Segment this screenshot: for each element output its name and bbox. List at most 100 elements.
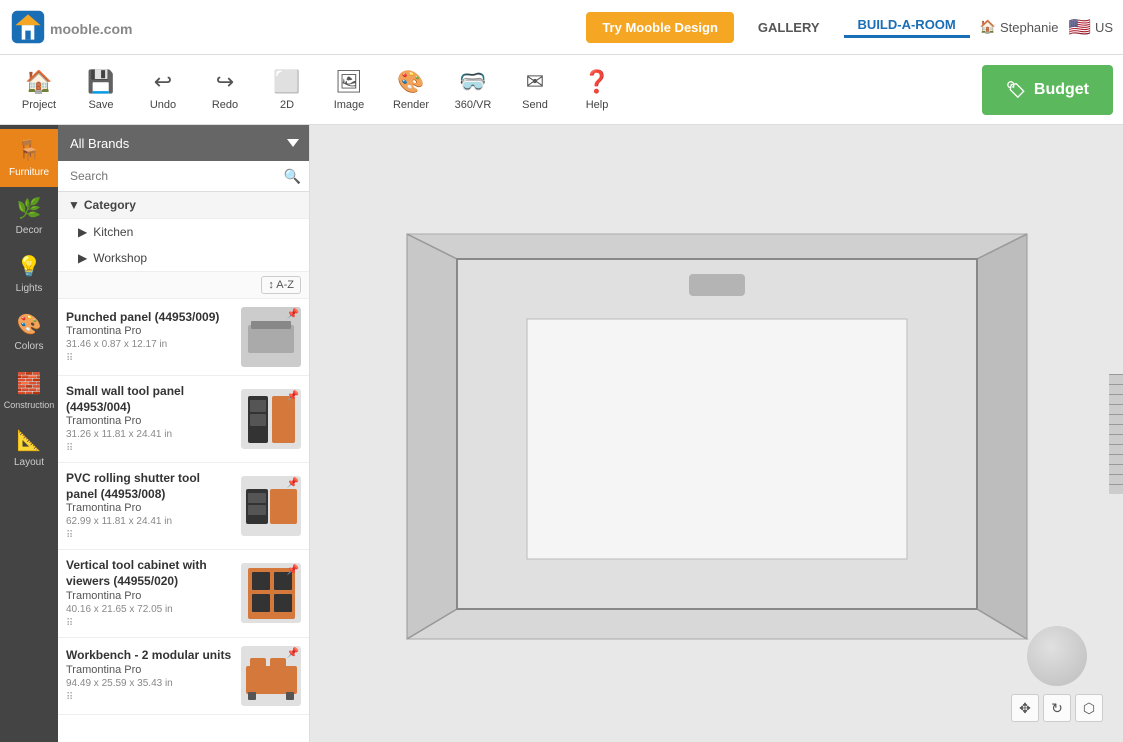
product-info: Vertical tool cabinet with viewers (4495… — [66, 558, 233, 628]
category-item-workshop[interactable]: ▶ Workshop — [58, 245, 309, 271]
toolbar-360vr[interactable]: 🥽 360/VR — [444, 60, 502, 120]
product-dims: 94.49 x 25.59 x 35.43 in — [66, 678, 233, 689]
save-label: Save — [88, 99, 113, 111]
product-thumbnail: 📌 — [241, 476, 301, 536]
product-item[interactable]: Small wall tool panel (44953/004) Tramon… — [58, 376, 309, 463]
sort-label: A-Z — [276, 279, 294, 291]
budget-button[interactable]: 🏷 Budget — [982, 65, 1113, 115]
product-name: Vertical tool cabinet with viewers (4495… — [66, 558, 233, 589]
logo-icon — [10, 9, 46, 45]
toolbar: 🏠 Project 💾 Save ↩ Undo ↪ Redo ⬜ 2D 🖼 Im… — [0, 55, 1123, 125]
image-label: Image — [334, 99, 365, 111]
cube-button[interactable]: ⬡ — [1075, 694, 1103, 722]
navigation-sphere[interactable] — [1027, 626, 1087, 686]
product-item[interactable]: Vertical tool cabinet with viewers (4495… — [58, 550, 309, 637]
viewport-control-row: ✥ ↻ ⬡ — [1011, 694, 1103, 722]
drag-handle-icon: ⠿ — [66, 692, 73, 703]
left-panel: All BrandsTramontinaOther Brand 🔍 ▼ Cate… — [58, 125, 310, 742]
sort-icon: ↕ — [268, 279, 274, 291]
undo-label: Undo — [150, 99, 176, 111]
pin-icon: 📌 — [287, 478, 299, 489]
construction-icon: 🧱 — [17, 371, 42, 396]
sidebar-item-construction[interactable]: 🧱 Construction — [0, 361, 58, 419]
chevron-right-icon: ▶ — [78, 225, 87, 239]
sidebar-item-furniture[interactable]: 🪑 Furniture — [0, 129, 58, 187]
ruler-vertical — [1109, 374, 1123, 494]
product-name: Small wall tool panel (44953/004) — [66, 384, 233, 415]
sort-button[interactable]: ↕ A-Z — [261, 276, 301, 294]
room-3d-view — [397, 219, 1037, 649]
decor-label: Decor — [16, 225, 43, 236]
sidebar-item-layout[interactable]: 📐 Layout — [0, 419, 58, 477]
pin-icon: 📌 — [287, 391, 299, 402]
drag-handle-icon: ⠿ — [66, 618, 73, 629]
product-info: Punched panel (44953/009) Tramontina Pro… — [66, 310, 233, 365]
top-nav: mooble.com Try Mooble Design GALLERY BUI… — [0, 0, 1123, 55]
toolbar-2d[interactable]: ⬜ 2D — [258, 60, 316, 120]
flag-icon: 🇺🇸 — [1069, 17, 1091, 38]
colors-icon: 🎨 — [17, 312, 42, 337]
toolbar-render[interactable]: 🎨 Render — [382, 60, 440, 120]
product-info: Workbench - 2 modular units Tramontina P… — [66, 648, 233, 703]
layout-label: Layout — [14, 457, 44, 468]
construction-label: Construction — [4, 400, 55, 410]
sidebar-item-decor[interactable]: 🌿 Decor — [0, 187, 58, 245]
furniture-icon: 🪑 — [17, 138, 42, 163]
toolbar-save[interactable]: 💾 Save — [72, 60, 130, 120]
toolbar-undo[interactable]: ↩ Undo — [134, 60, 192, 120]
build-a-room-link[interactable]: BUILD-A-ROOM — [844, 17, 970, 38]
360vr-icon: 🥽 — [459, 69, 486, 95]
category-label: Category — [84, 198, 136, 212]
chevron-right-icon: ▶ — [78, 251, 87, 265]
toolbar-project[interactable]: 🏠 Project — [10, 60, 68, 120]
product-brand: Tramontina Pro — [66, 415, 233, 427]
pin-icon: 📌 — [287, 648, 299, 659]
try-mooble-button[interactable]: Try Mooble Design — [586, 12, 734, 43]
2d-label: 2D — [280, 99, 294, 111]
move-button[interactable]: ✥ — [1011, 694, 1039, 722]
search-icon: 🔍 — [284, 168, 301, 185]
product-item[interactable]: Punched panel (44953/009) Tramontina Pro… — [58, 299, 309, 376]
chevron-down-icon: ▼ — [68, 198, 80, 212]
budget-label: Budget — [1034, 81, 1089, 99]
user-menu[interactable]: 🏠 Stephanie — [980, 19, 1059, 35]
lights-label: Lights — [16, 283, 43, 294]
product-item[interactable]: Workbench - 2 modular units Tramontina P… — [58, 638, 309, 715]
rotate-button[interactable]: ↻ — [1043, 694, 1071, 722]
kitchen-label: Kitchen — [93, 225, 133, 239]
username: Stephanie — [1000, 20, 1059, 35]
region-selector[interactable]: 🇺🇸 US — [1069, 17, 1113, 38]
toolbar-redo[interactable]: ↪ Redo — [196, 60, 254, 120]
product-thumbnail: 📌 — [241, 563, 301, 623]
360vr-label: 360/VR — [455, 99, 492, 111]
sidebar-item-colors[interactable]: 🎨 Colors — [0, 303, 58, 361]
colors-label: Colors — [15, 341, 44, 352]
decor-icon: 🌿 — [17, 196, 42, 221]
send-label: Send — [522, 99, 548, 111]
help-icon: ❓ — [583, 69, 610, 95]
toolbar-image[interactable]: 🖼 Image — [320, 60, 378, 120]
product-item[interactable]: PVC rolling shutter tool panel (44953/00… — [58, 463, 309, 550]
2d-icon: ⬜ — [273, 69, 300, 95]
gallery-link[interactable]: GALLERY — [744, 20, 834, 35]
budget-icon: 🏷 — [1006, 80, 1026, 100]
category-item-kitchen[interactable]: ▶ Kitchen — [58, 219, 309, 245]
sidebar-icons: 🪑 Furniture 🌿 Decor 💡 Lights 🎨 Colors 🧱 … — [0, 125, 58, 742]
search-input[interactable] — [66, 165, 284, 187]
layout-icon: 📐 — [17, 428, 42, 453]
brand-select[interactable]: All BrandsTramontinaOther Brand — [58, 125, 309, 161]
product-name: Punched panel (44953/009) — [66, 310, 233, 326]
project-icon: 🏠 — [25, 69, 52, 95]
toolbar-help[interactable]: ❓ Help — [568, 60, 626, 120]
main-area: 🪑 Furniture 🌿 Decor 💡 Lights 🎨 Colors 🧱 … — [0, 125, 1123, 742]
lights-icon: 💡 — [17, 254, 42, 279]
logo: mooble.com — [10, 9, 132, 45]
search-box: 🔍 — [58, 161, 309, 192]
product-brand: Tramontina Pro — [66, 664, 233, 676]
viewport: ✥ ↻ ⬡ — [310, 125, 1123, 742]
product-brand: Tramontina Pro — [66, 502, 233, 514]
render-label: Render — [393, 99, 429, 111]
toolbar-send[interactable]: ✉ Send — [506, 60, 564, 120]
sidebar-item-lights[interactable]: 💡 Lights — [0, 245, 58, 303]
sort-bar: ↕ A-Z — [58, 272, 309, 299]
